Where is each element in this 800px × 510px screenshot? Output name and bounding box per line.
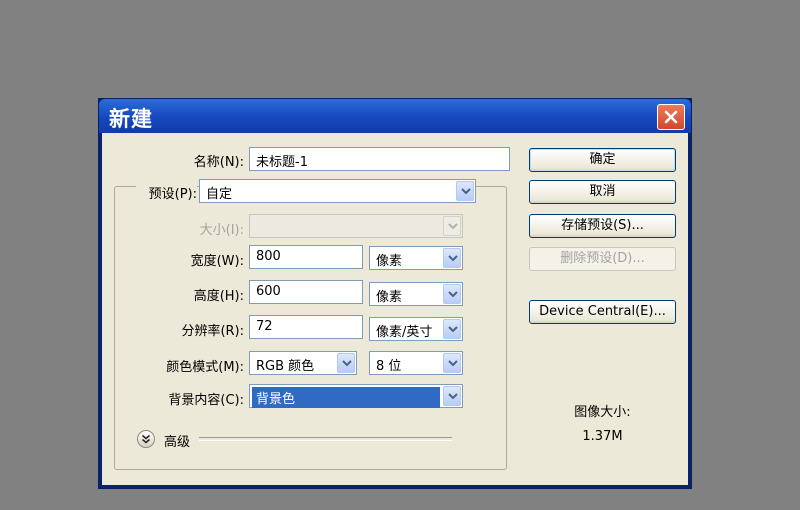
size-label: 大小(I):: [199, 223, 244, 238]
bit-depth-dropdown-button[interactable]: [443, 353, 461, 373]
advanced-label: 高级: [164, 435, 191, 450]
background-value: 背景色: [252, 387, 440, 408]
title-bar[interactable]: 新建: [99, 99, 691, 133]
cancel-button[interactable]: 取消: [529, 180, 676, 204]
chevron-down-icon: [448, 393, 458, 400]
chevron-down-icon: [461, 188, 471, 195]
width-unit-dropdown-button[interactable]: [443, 248, 461, 268]
height-unit-dropdown-button[interactable]: [443, 284, 461, 304]
ok-button[interactable]: 确定: [529, 148, 676, 172]
height-unit-select[interactable]: 像素: [369, 282, 463, 306]
color-mode-label: 颜色模式(M):: [166, 360, 244, 375]
preset-value: 自定: [206, 187, 233, 202]
advanced-toggle-button[interactable]: [137, 430, 155, 448]
background-select[interactable]: 背景色: [249, 384, 463, 408]
height-input[interactable]: 600: [249, 280, 363, 304]
close-icon: [664, 110, 678, 124]
resolution-input[interactable]: 72: [249, 315, 363, 339]
resolution-unit-dropdown-button[interactable]: [443, 319, 461, 339]
chevron-down-icon: [342, 360, 352, 367]
chevron-down-icon: [448, 255, 458, 262]
preset-label: 预设(P):: [136, 183, 197, 202]
preset-select[interactable]: 自定: [199, 179, 476, 203]
resolution-unit-value: 像素/英寸: [376, 325, 433, 340]
image-size-value: 1.37M: [582, 429, 623, 444]
resolution-unit-select[interactable]: 像素/英寸: [369, 317, 463, 341]
save-preset-button[interactable]: 存储预设(S)...: [529, 214, 676, 238]
advanced-divider: [199, 437, 452, 441]
width-input[interactable]: 800: [249, 245, 363, 269]
color-mode-value: RGB 颜色: [256, 359, 315, 374]
width-unit-value: 像素: [376, 254, 403, 269]
color-mode-dropdown-button[interactable]: [337, 353, 355, 373]
background-label: 背景内容(C):: [168, 393, 244, 408]
height-label: 高度(H):: [193, 289, 244, 304]
chevron-down-icon: [448, 360, 458, 367]
chevron-down-icon: [448, 326, 458, 333]
color-mode-select[interactable]: RGB 颜色: [249, 351, 357, 375]
chevron-down-icon: [448, 291, 458, 298]
close-button[interactable]: [657, 104, 685, 130]
double-chevron-down-icon: [142, 434, 150, 444]
width-unit-select[interactable]: 像素: [369, 246, 463, 270]
background-dropdown-button[interactable]: [443, 386, 461, 406]
preset-dropdown-button[interactable]: [456, 181, 474, 201]
height-unit-value: 像素: [376, 290, 403, 305]
device-central-button[interactable]: Device Central(E)...: [529, 300, 676, 324]
size-select: [249, 214, 463, 238]
delete-preset-button: 删除预设(D)...: [529, 247, 676, 271]
resolution-label: 分辨率(R):: [181, 324, 244, 339]
name-label: 名称(N):: [193, 155, 244, 170]
dialog-title: 新建: [109, 107, 153, 131]
size-dropdown-button: [443, 216, 461, 236]
bit-depth-select[interactable]: 8 位: [369, 351, 463, 375]
width-label: 宽度(W):: [190, 254, 244, 269]
chevron-down-icon: [448, 223, 458, 230]
image-size-label: 图像大小:: [574, 405, 631, 420]
bit-depth-value: 8 位: [376, 359, 402, 374]
name-input[interactable]: 未标题-1: [249, 147, 510, 171]
